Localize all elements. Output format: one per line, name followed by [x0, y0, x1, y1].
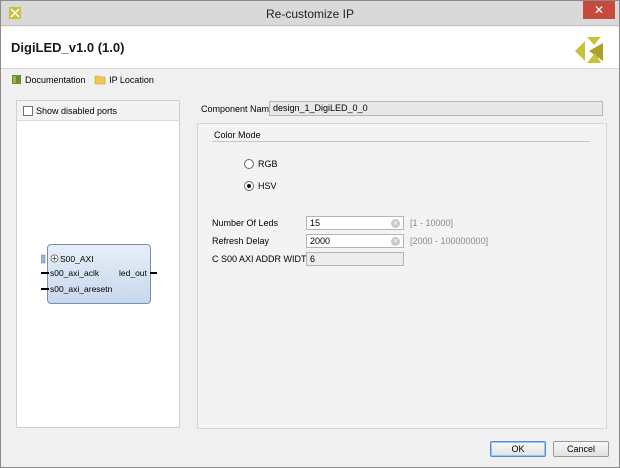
expand-plus-icon[interactable] — [50, 254, 59, 263]
refresh-delay-range: [2000 - 100000000] — [410, 236, 489, 246]
color-mode-divider — [212, 141, 590, 142]
port-s00-axi: S00_AXI — [60, 254, 94, 264]
addr-width-value: 6 — [310, 254, 316, 264]
title-bar: Re-customize IP ✕ — [1, 1, 619, 26]
color-mode-title: Color Mode — [214, 130, 261, 140]
refresh-delay-value: 2000 — [310, 236, 331, 246]
book-icon — [12, 75, 21, 84]
link-bar: Documentation IP Location — [11, 74, 160, 88]
recustomize-ip-dialog: Re-customize IP ✕ DigiLED_v1.0 (1.0) Doc… — [0, 0, 620, 468]
parameter-group: Color Mode RGB HSV Number Of Leds 15 × [… — [197, 123, 607, 429]
documentation-label: Documentation — [25, 74, 86, 85]
ok-button[interactable]: OK — [490, 441, 546, 457]
number-of-leds-value: 15 — [310, 218, 321, 228]
ip-location-link[interactable]: IP Location — [94, 74, 154, 85]
number-of-leds-label: Number Of Leds — [212, 218, 279, 228]
close-window-button[interactable]: ✕ — [583, 1, 615, 19]
radio-rgb-label: RGB — [258, 159, 278, 169]
folder-icon — [94, 75, 106, 85]
dialog-header: DigiLED_v1.0 (1.0) — [1, 27, 619, 69]
symbol-toolbar: Show disabled ports — [17, 101, 179, 121]
pin-s00-axi-aresetn — [41, 288, 49, 290]
number-of-leds-input[interactable]: 15 × — [306, 216, 404, 230]
show-disabled-ports-label: Show disabled ports — [36, 106, 118, 116]
xilinx-logo-icon — [575, 37, 603, 63]
port-led-out: led_out — [119, 268, 147, 278]
ip-location-label: IP Location — [109, 74, 154, 85]
cancel-button[interactable]: Cancel — [553, 441, 609, 457]
documentation-link[interactable]: Documentation — [11, 74, 86, 85]
refresh-delay-input[interactable]: 2000 × — [306, 234, 404, 248]
clear-icon[interactable]: × — [391, 219, 400, 228]
addr-width-label: C S00 AXI ADDR WIDTH — [212, 254, 314, 264]
refresh-delay-label: Refresh Delay — [212, 236, 270, 246]
clear-icon[interactable]: × — [391, 237, 400, 246]
pin-s00-axi-aclk — [41, 272, 49, 274]
number-of-leds-range: [1 - 10000] — [410, 218, 454, 228]
radio-hsv[interactable] — [244, 181, 254, 191]
radio-rgb[interactable] — [244, 159, 254, 169]
pin-led-out — [150, 272, 157, 274]
radio-hsv-label: HSV — [258, 181, 277, 191]
ip-title: DigiLED_v1.0 (1.0) — [11, 40, 125, 55]
show-disabled-ports-checkbox[interactable] — [23, 106, 33, 116]
addr-width-input: 6 — [306, 252, 404, 266]
window-title: Re-customize IP — [265, 7, 355, 21]
show-disabled-ports[interactable]: Show disabled ports — [23, 106, 117, 116]
parameters-panel: Component Name design_1_DigiLED_0_0 Colo… — [197, 97, 609, 429]
port-s00-axi-aclk: s00_axi_aclk — [50, 268, 100, 278]
port-s00-axi-aresetn: s00_axi_aresetn — [50, 284, 113, 294]
component-name-input[interactable]: design_1_DigiLED_0_0 — [269, 101, 603, 116]
component-name-label: Component Name — [201, 104, 275, 114]
